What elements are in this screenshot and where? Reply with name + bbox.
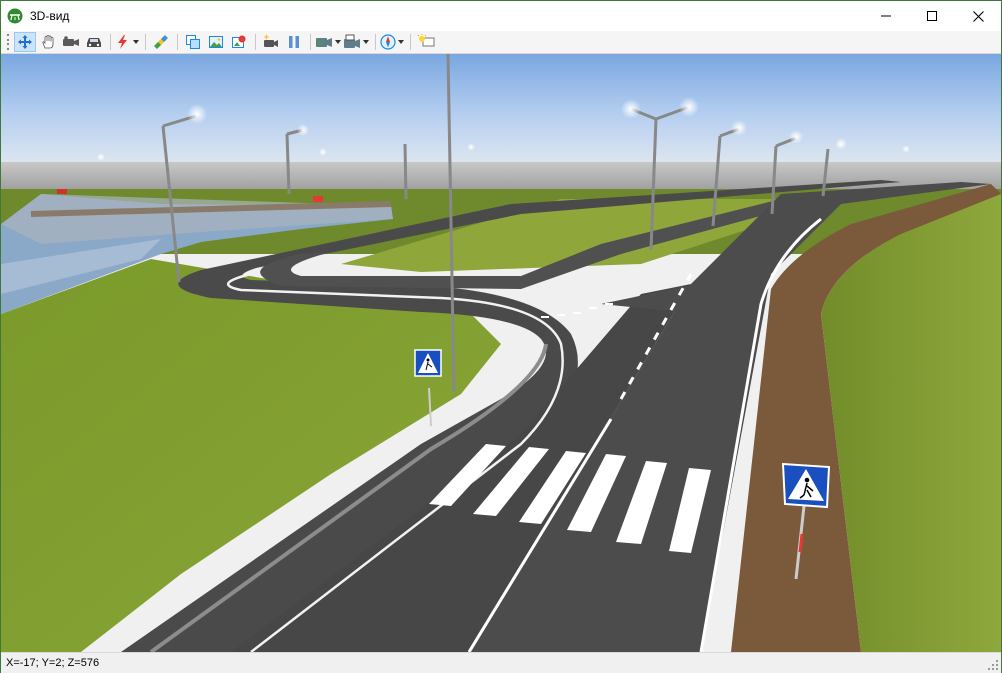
road-app-icon (7, 8, 23, 24)
window-3d-view: 3D-вид X=-17; Y=2; Z=576 (0, 0, 1002, 673)
close-icon (972, 10, 984, 22)
status-bar: X=-17; Y=2; Z=576 (1, 652, 1001, 673)
coordinates-readout: X=-17; Y=2; Z=576 (6, 657, 100, 669)
window-title: 3D-вид (30, 9, 70, 23)
sky (1, 54, 1001, 166)
pause-button[interactable] (283, 32, 305, 52)
camera-icon (63, 36, 79, 46)
3d-viewport[interactable] (1, 54, 1001, 652)
close-button[interactable] (955, 1, 1001, 31)
title-bar[interactable]: 3D-вид (1, 1, 1001, 31)
minimize-button[interactable] (863, 1, 909, 31)
copy-view-icon (186, 35, 200, 49)
move-arrows-icon (18, 35, 32, 49)
toolbar-separator (410, 34, 411, 50)
render-icon (232, 35, 246, 48)
layers-icon (154, 35, 168, 49)
drive-mode-button[interactable] (83, 32, 105, 52)
lightning-icon (118, 35, 127, 49)
scene-render (1, 54, 1001, 652)
chevron-down-icon[interactable] (397, 40, 405, 44)
toolbar-separator (375, 34, 376, 50)
chevron-down-icon[interactable] (132, 40, 140, 44)
toolbar-separator (255, 34, 256, 50)
picture-icon (209, 36, 223, 48)
record-video-icon (316, 38, 332, 47)
maximize-icon (927, 11, 937, 21)
copy-view-button[interactable] (182, 32, 204, 52)
lighting-button[interactable] (415, 32, 437, 52)
layers-button[interactable] (150, 32, 172, 52)
render-button[interactable] (228, 32, 250, 52)
pause-icon (289, 36, 299, 48)
car-icon (87, 38, 101, 47)
pan-tool-button[interactable] (37, 32, 59, 52)
export-video-button[interactable] (343, 32, 370, 52)
compass-icon (380, 34, 396, 50)
minimize-icon (881, 15, 891, 17)
toolbar-separator (110, 34, 111, 50)
toolbar-grip[interactable] (5, 34, 11, 50)
record-video-button[interactable] (315, 32, 342, 52)
light-bulb-icon (417, 34, 435, 47)
toolbar-separator (177, 34, 178, 50)
toolbar (1, 31, 1001, 54)
hand-pan-icon (42, 35, 54, 49)
toolbar-separator (310, 34, 311, 50)
effects-button[interactable] (115, 32, 140, 52)
screenshot-button[interactable] (205, 32, 227, 52)
resize-grip-icon[interactable] (987, 659, 999, 671)
toolbar-separator (145, 34, 146, 50)
chevron-down-icon[interactable] (362, 40, 370, 44)
maximize-button[interactable] (909, 1, 955, 31)
camera-tool-button[interactable] (60, 32, 82, 52)
navigation-button[interactable] (380, 32, 405, 52)
export-video-icon (344, 34, 360, 48)
video-camera-icon (263, 34, 278, 47)
move-tool-button[interactable] (14, 32, 36, 52)
chevron-down-icon[interactable] (334, 40, 342, 44)
video-camera-button[interactable] (260, 32, 282, 52)
